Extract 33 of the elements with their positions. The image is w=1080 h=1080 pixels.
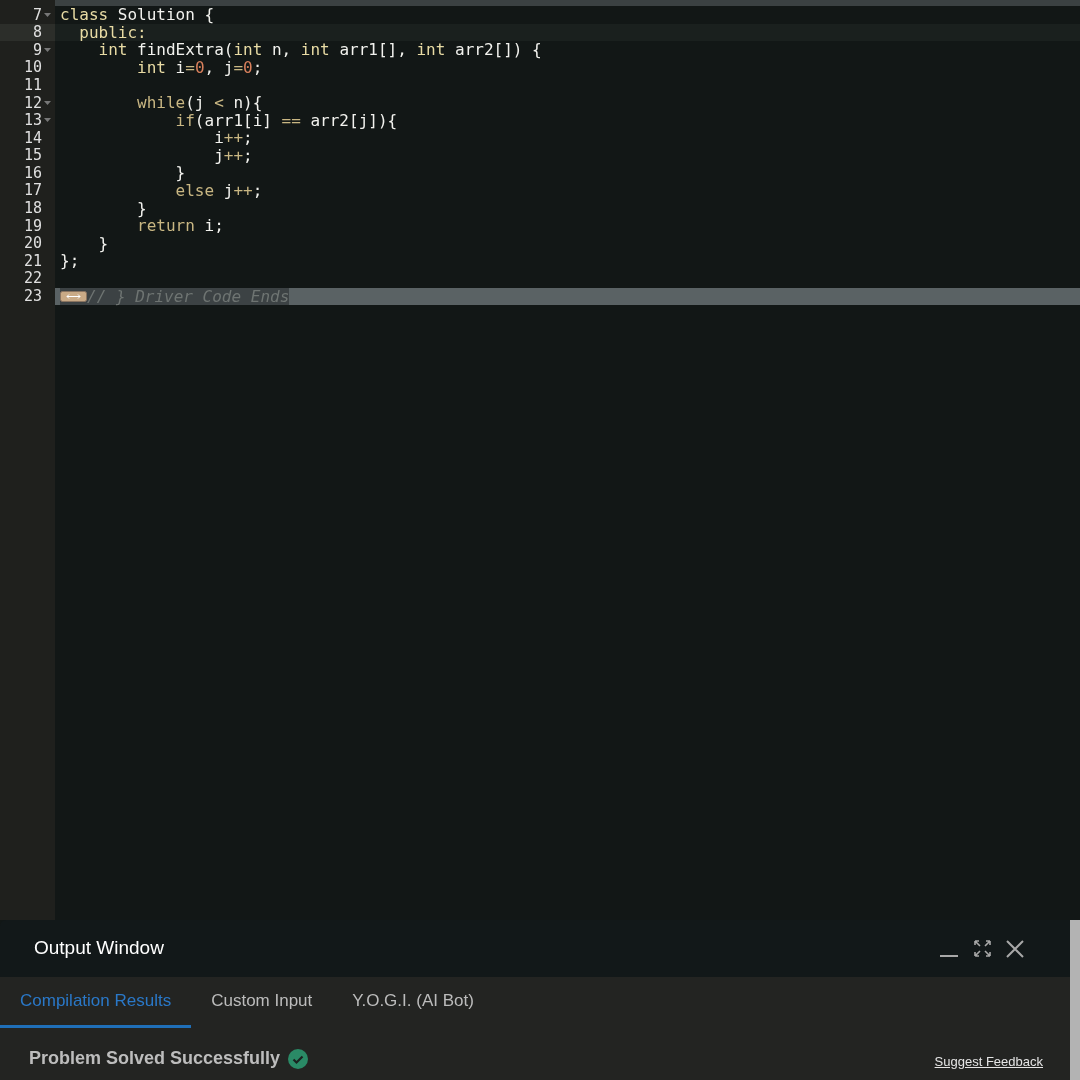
code-line: class Solution {	[60, 6, 215, 24]
code-line: i++;	[214, 129, 253, 147]
status-message: Problem Solved Successfully	[29, 1047, 281, 1070]
code-line: return i;	[136, 217, 224, 235]
line-number: 22	[23, 268, 42, 289]
code-line: j++;	[213, 146, 253, 165]
tab[interactable]: Compilation Results	[0, 977, 192, 1028]
code-line: }	[136, 199, 147, 218]
fold-caret-icon[interactable]	[43, 118, 51, 123]
check-circle-icon	[288, 1048, 309, 1069]
code-line: if(arr1[i] == arr2[j]){	[174, 111, 398, 130]
line-number: 7	[32, 4, 42, 25]
scrollbar[interactable]	[1070, 920, 1080, 1080]
tab[interactable]: Custom Input	[191, 977, 333, 1028]
line-number: 23	[23, 286, 42, 308]
fold-caret-icon[interactable]	[43, 12, 51, 17]
close-icon[interactable]	[1006, 939, 1024, 958]
fold-caret-icon[interactable]	[43, 48, 51, 52]
code-line: };	[60, 252, 80, 270]
expand-icon[interactable]	[973, 939, 992, 958]
line-number: 17	[23, 180, 42, 201]
fold-widget-icon[interactable]	[60, 290, 87, 302]
code-line: int findExtra(int n, int arr1[], int arr2[]) {	[98, 41, 542, 59]
code-line: else j++;	[174, 181, 263, 200]
panel-title: Output Window	[34, 936, 164, 961]
code-line: }	[97, 234, 109, 253]
code-line: }	[174, 164, 186, 182]
code-line: while(j < n){	[136, 93, 263, 112]
tab[interactable]: Y.O.G.I. (AI Bot)	[332, 977, 494, 1028]
code-line: public:	[78, 23, 147, 42]
suggest-feedback-link[interactable]: Suggest Feedback	[934, 1051, 1043, 1072]
fold-caret-icon[interactable]	[43, 100, 51, 105]
code-line: int i=0, j=0;	[136, 58, 263, 77]
